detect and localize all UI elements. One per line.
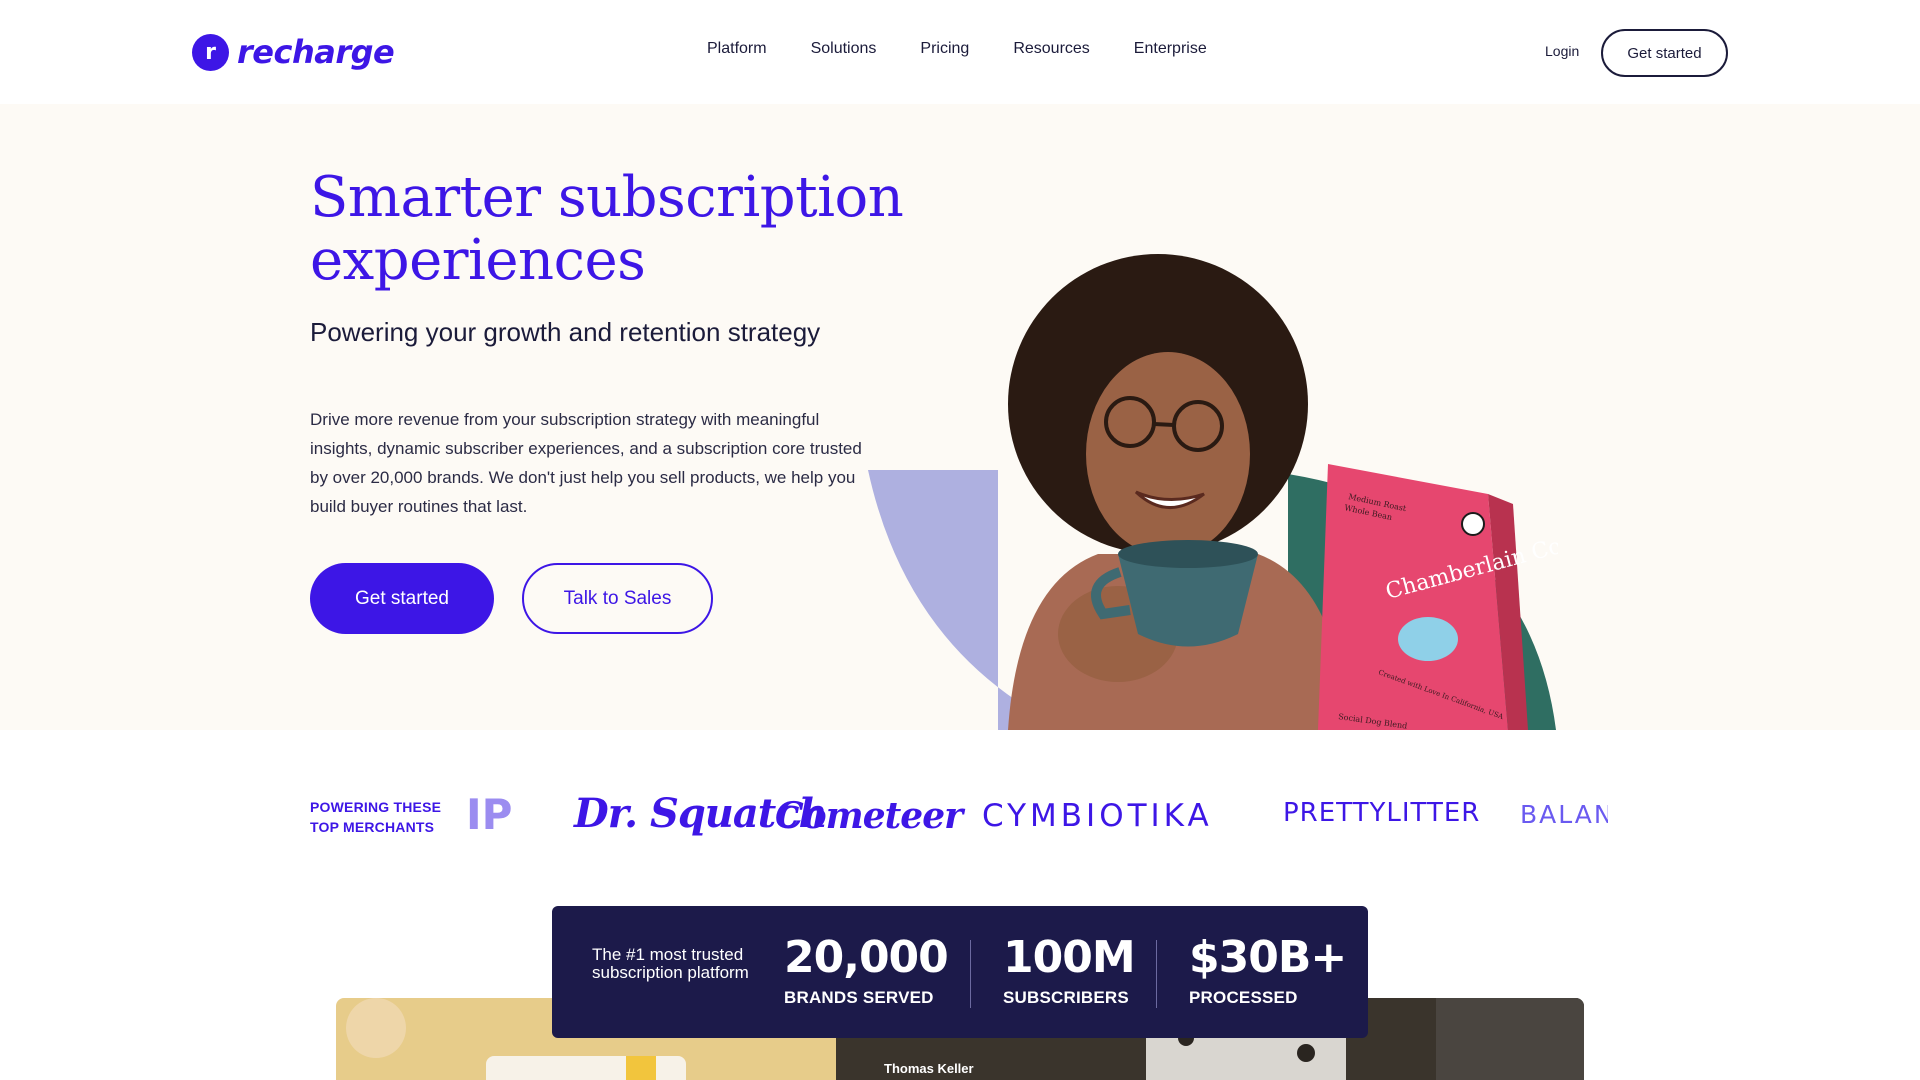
nav-solutions[interactable]: Solutions — [811, 40, 877, 58]
stat-value: $30B+ — [1189, 932, 1347, 983]
merchant-logo-prettylitter: PRETTYLITTER — [1283, 798, 1481, 828]
dog-illustration-icon — [1398, 617, 1458, 661]
stats-divider — [1156, 940, 1157, 1008]
hero-subtitle: Powering your growth and retention strat… — [310, 317, 821, 347]
merchant-logo-cymbiotika: CYMBIOTIKA — [982, 798, 1213, 834]
brand-name: recharge — [237, 33, 395, 71]
hero-title: Smarter subscription experiences — [310, 165, 904, 293]
talk-to-sales-button[interactable]: Talk to Sales — [522, 563, 713, 634]
nav-enterprise[interactable]: Enterprise — [1134, 40, 1207, 58]
stat-label: SUBSCRIBERS — [1003, 988, 1129, 1007]
nav-pricing[interactable]: Pricing — [920, 40, 969, 58]
stat-subscribers: 100M SUBSCRIBERS — [1003, 932, 1136, 1008]
stat-processed: $30B+ PROCESSED — [1189, 932, 1347, 1008]
stat-value: 20,000 — [784, 932, 949, 983]
hero-image: Chamberlain Coffee Medium Roast Whole Be… — [868, 254, 1558, 730]
stat-brands: 20,000 BRANDS SERVED — [784, 932, 949, 1008]
main-nav: Platform Solutions Pricing Resources Ent… — [707, 40, 1207, 58]
hero-description: Drive more revenue from your subscriptio… — [310, 410, 862, 516]
stats-divider — [970, 940, 971, 1008]
recharge-logo[interactable]: r recharge — [192, 33, 395, 71]
merchant-logo-cometeer: Cometeer — [775, 795, 963, 837]
merchant-logo-ip: IP — [466, 790, 513, 839]
header-get-started-button[interactable]: Get started — [1601, 29, 1728, 77]
organic-badge-icon — [1461, 512, 1485, 536]
nav-resources[interactable]: Resources — [1013, 40, 1089, 58]
get-started-button[interactable]: Get started — [310, 563, 494, 634]
hero-section: Smarter subscription experiences Powerin… — [0, 104, 1920, 730]
stat-label: PROCESSED — [1189, 988, 1298, 1007]
login-link[interactable]: Login — [1545, 43, 1579, 59]
face-shape — [1086, 352, 1250, 556]
merchant-logo-balance: BALAN — [1520, 800, 1608, 829]
merchants-label: POWERING THESE TOP MERCHANTS — [310, 799, 442, 835]
stat-label: BRANDS SERVED — [784, 988, 934, 1007]
stat-value: 100M — [1003, 932, 1136, 983]
testimonial-caption: Thomas Keller — [884, 1061, 974, 1076]
stats-banner: The #1 most trusted subscription platfor… — [552, 906, 1368, 1038]
recharge-logo-icon: r — [192, 33, 229, 71]
nav-platform[interactable]: Platform — [707, 40, 767, 58]
site-header: r recharge Platform Solutions Pricing Re… — [0, 0, 1920, 104]
stats-intro: The #1 most trusted subscription platfor… — [592, 945, 749, 982]
